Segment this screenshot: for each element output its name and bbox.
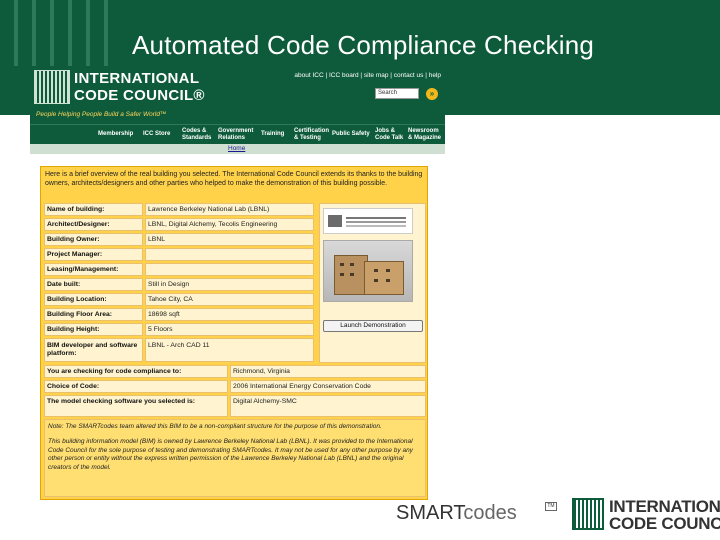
slide: Automated Code Compliance Checking INTER… <box>0 0 720 540</box>
table-row: The model checking software you selected… <box>44 395 426 417</box>
intro-text: Here is a brief overview of the real bui… <box>45 171 423 187</box>
logo-text-lines <box>346 217 406 219</box>
row-label: Date built: <box>44 278 143 291</box>
embedded-webpage: INTERNATIONAL CODE COUNCIL® People Helpi… <box>30 66 445 501</box>
nav-membership[interactable]: Membership <box>98 131 133 138</box>
nav-public-safety[interactable]: Public Safety <box>332 131 370 138</box>
table-row: Building Location: Tahoe City, CA <box>44 293 314 306</box>
header-stripes <box>0 0 120 66</box>
row-label: Name of building: <box>44 203 143 216</box>
note-paragraph: This building information model (BIM) is… <box>48 438 413 471</box>
smartcodes-logo: SMARTcodes <box>396 502 517 525</box>
smart-text: SMART <box>396 502 464 524</box>
table-row: Project Manager: <box>44 248 314 261</box>
table-row: Leasing/Management: <box>44 263 314 276</box>
table-row: BIM developer and software platform: LBN… <box>44 338 314 362</box>
window-icon <box>340 273 344 276</box>
row-label: Leasing/Management: <box>44 263 143 276</box>
site-header: INTERNATIONAL CODE COUNCIL® People Helpi… <box>30 66 445 124</box>
row-label: Building Floor Area: <box>44 308 143 321</box>
icc-logo-icon <box>572 498 604 530</box>
window-icon <box>350 263 354 266</box>
lbnl-logo-icon <box>323 208 413 234</box>
row-value: 5 Floors <box>145 323 314 336</box>
row-value <box>145 248 314 261</box>
row-value: Still in Design <box>145 278 314 291</box>
window-icon <box>374 269 378 272</box>
window-icon <box>386 279 390 282</box>
nav-training[interactable]: Training <box>261 131 284 138</box>
row-label: Building Height: <box>44 323 143 336</box>
launch-demonstration-button[interactable]: Launch Demonstration <box>323 320 423 332</box>
table-row: Name of building: Lawrence Berkeley Nati… <box>44 203 314 216</box>
note-paragraph: Note: The SMARTcodes team altered this B… <box>48 423 382 430</box>
site-tagline: People Helping People Build a Safer Worl… <box>36 111 167 118</box>
window-icon <box>350 273 354 276</box>
nav-icc-store[interactable]: ICC Store <box>143 131 170 138</box>
table-row: Architect/Designer: LBNL, Digital Alchem… <box>44 218 314 231</box>
icc-logo-icon[interactable] <box>34 70 70 104</box>
table-row: Date built: Still in Design <box>44 278 314 291</box>
top-links[interactable]: about ICC | ICC board | site map | conta… <box>294 72 441 79</box>
building-rendering-image <box>323 240 413 302</box>
building-block-icon <box>364 261 404 295</box>
row-label: Building Owner: <box>44 233 143 246</box>
row-value: Richmond, Virginia <box>230 365 426 378</box>
site-logo-line1[interactable]: INTERNATIONAL <box>74 70 199 87</box>
nav-certification-testing[interactable]: Certification & Testing <box>294 128 329 142</box>
row-label: You are checking for code compliance to: <box>44 365 228 378</box>
nav-newsroom-magazine[interactable]: Newsroom & Magazine <box>408 128 441 142</box>
nav-jobs-code-talk[interactable]: Jobs & Code Talk <box>375 128 403 142</box>
table-row: Choice of Code: 2006 International Energ… <box>44 380 426 393</box>
nav-codes-standards[interactable]: Codes & Standards <box>182 128 211 142</box>
table-row: Building Owner: LBNL <box>44 233 314 246</box>
row-label: Project Manager: <box>44 248 143 261</box>
site-logo-line2[interactable]: CODE COUNCIL® <box>74 87 205 104</box>
trademark-mark: TM <box>545 502 557 511</box>
building-overview-panel: Here is a brief overview of the real bui… <box>40 166 428 500</box>
site-nav: Membership ICC Store Codes & Standards Go… <box>30 124 445 144</box>
window-icon <box>340 263 344 266</box>
table-row: Building Height: 5 Floors <box>44 323 314 336</box>
slide-title: Automated Code Compliance Checking <box>132 30 595 60</box>
search-input[interactable]: Search <box>375 88 419 99</box>
codes-text: codes <box>463 502 517 524</box>
row-value: LBNL, Digital Alchemy, Tecolis Engineeri… <box>145 218 314 231</box>
nav-government-relations[interactable]: Government Relations <box>218 128 253 142</box>
table-row: You are checking for code compliance to:… <box>44 365 426 378</box>
window-icon <box>374 279 378 282</box>
row-value: Digital Alchemy-SMC <box>230 395 426 417</box>
row-value: 18698 sqft <box>145 308 314 321</box>
search-go-button[interactable]: » <box>426 88 438 100</box>
row-value: LBNL - Arch CAD 11 <box>145 338 314 362</box>
row-label: Building Location: <box>44 293 143 306</box>
icc-logo-line2: CODE COUNCIL® <box>609 514 720 533</box>
row-value <box>145 263 314 276</box>
table-row: Building Floor Area: 18698 sqft <box>44 308 314 321</box>
row-label: Architect/Designer: <box>44 218 143 231</box>
building-preview-box: Launch Demonstration <box>319 203 426 363</box>
window-icon <box>386 269 390 272</box>
disclaimer-note: Note: The SMARTcodes team altered this B… <box>44 419 426 497</box>
logo-mark-icon <box>328 215 342 227</box>
row-value: LBNL <box>145 233 314 246</box>
row-value: Tahoe City, CA <box>145 293 314 306</box>
row-label: BIM developer and software platform: <box>44 338 143 362</box>
breadcrumb-home-link[interactable]: Home <box>228 145 245 152</box>
row-label: Choice of Code: <box>44 380 228 393</box>
row-value: 2006 International Energy Conservation C… <box>230 380 426 393</box>
row-label: The model checking software you selected… <box>44 395 228 417</box>
row-value: Lawrence Berkeley National Lab (LBNL) <box>145 203 314 216</box>
